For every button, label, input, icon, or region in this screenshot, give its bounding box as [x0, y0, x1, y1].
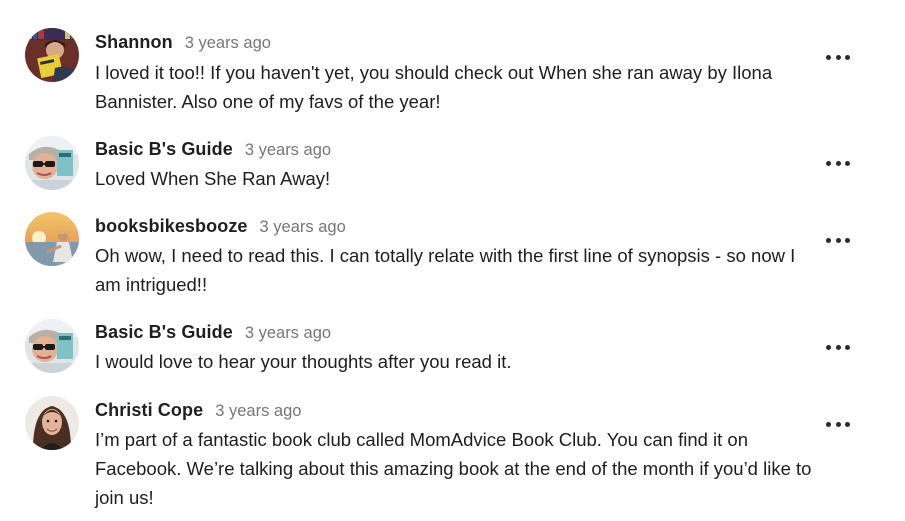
timestamp[interactable]: 3 years ago	[260, 218, 346, 236]
timestamp[interactable]: 3 years ago	[245, 141, 331, 159]
more-options-icon[interactable]	[826, 340, 850, 354]
author-name[interactable]: Christi Cope	[95, 400, 203, 420]
author-name[interactable]: Basic B's Guide	[95, 322, 233, 342]
sunset-beach-avatar	[25, 212, 79, 266]
comment-header: Basic B's Guide 3 years ago	[95, 322, 331, 343]
comment-text: I loved it too!! If you haven't yet, you…	[95, 62, 773, 112]
comment-header: Christi Cope 3 years ago	[95, 400, 301, 421]
comment-text: Oh wow, I need to read this. I can total…	[95, 245, 796, 295]
comment-header: Shannon 3 years ago	[95, 32, 271, 53]
comment-text: I’m part of a fantastic book club called…	[95, 429, 812, 508]
avatar[interactable]	[25, 396, 79, 450]
author-name[interactable]: booksbikesbooze	[95, 216, 248, 236]
author-name[interactable]: Shannon	[95, 32, 173, 52]
comment-header: Basic B's Guide 3 years ago	[95, 139, 331, 160]
more-options-icon[interactable]	[826, 50, 850, 64]
avatar[interactable]	[25, 212, 79, 266]
more-options-icon[interactable]	[826, 156, 850, 170]
sunglasses-selfie-avatar	[25, 319, 79, 373]
more-options-icon[interactable]	[826, 233, 850, 247]
avatar[interactable]	[25, 136, 79, 190]
more-options-icon[interactable]	[826, 417, 850, 431]
timestamp[interactable]: 3 years ago	[185, 34, 271, 52]
portrait-avatar	[25, 396, 79, 450]
reader-holding-book-avatar	[25, 28, 79, 82]
comment-text: Loved When She Ran Away!	[95, 168, 331, 189]
timestamp[interactable]: 3 years ago	[245, 324, 331, 342]
comment-text: I would love to hear your thoughts after…	[95, 351, 512, 372]
author-name[interactable]: Basic B's Guide	[95, 139, 233, 159]
avatar[interactable]	[25, 319, 79, 373]
timestamp[interactable]: 3 years ago	[215, 402, 301, 420]
avatar[interactable]	[25, 28, 79, 82]
sunglasses-selfie-avatar	[25, 136, 79, 190]
comment-header: booksbikesbooze 3 years ago	[95, 216, 346, 237]
